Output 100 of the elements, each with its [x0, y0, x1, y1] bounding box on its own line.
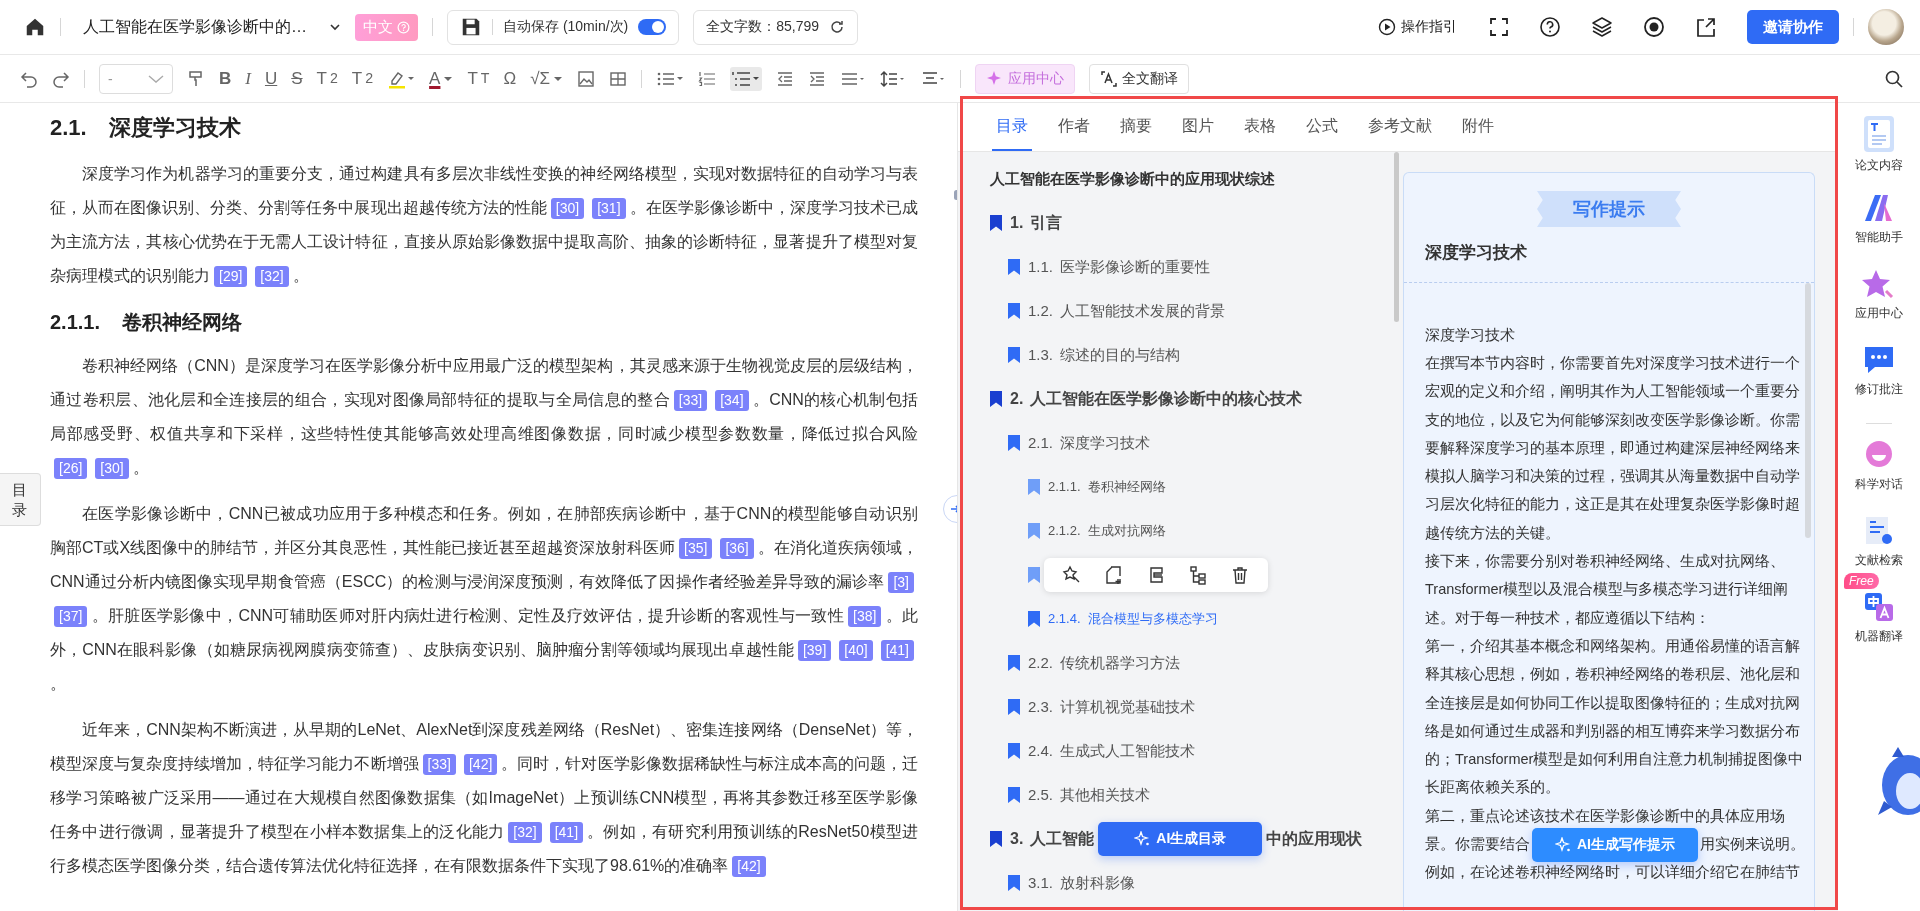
toc-item[interactable]: 2.1. 深度学习技术	[1028, 433, 1151, 453]
formula-button[interactable]: √Σ	[530, 70, 564, 87]
toc-item[interactable]: 2. 人工智能在医学影像诊断中的核心技术	[1010, 388, 1303, 410]
translate-button[interactable]: 全文翻译	[1089, 63, 1190, 94]
panel-tab[interactable]: 附件	[1458, 103, 1498, 151]
sidebar-item[interactable]: 机器翻译	[1855, 590, 1903, 653]
format-painter-icon[interactable]	[187, 69, 205, 88]
citation-link[interactable]: [30]	[550, 198, 585, 219]
share-icon[interactable]	[1695, 16, 1717, 38]
chevron-icon	[329, 21, 341, 33]
add-page-icon[interactable]	[1104, 565, 1124, 585]
magic-wand-icon[interactable]	[1062, 565, 1082, 585]
citation-link[interactable]: [32]	[255, 266, 289, 287]
toc-item[interactable]: 2.1.1. 卷积神经网络	[1048, 478, 1166, 496]
line-spacing-icon[interactable]	[880, 69, 907, 88]
citation-link[interactable]: [39]	[797, 640, 832, 661]
sidebar-item[interactable]: 修订批注	[1855, 343, 1903, 406]
toc-item[interactable]: 2.4. 生成式人工智能技术	[1028, 741, 1196, 761]
citation-link[interactable]: [33]	[673, 390, 708, 411]
strikethrough-button[interactable]: S	[291, 70, 303, 87]
outdent-icon[interactable]	[776, 69, 795, 88]
citation-link[interactable]: [41]	[549, 822, 584, 843]
bookmark-icon	[990, 831, 1002, 847]
generate-toc-button[interactable]: AI生成目录	[1098, 822, 1263, 856]
toc-item[interactable]: 1. 引言	[1010, 212, 1063, 234]
citation-link[interactable]: [26]	[54, 458, 88, 479]
citation-link[interactable]: [37]	[54, 606, 88, 627]
citation-link[interactable]: [33]	[422, 754, 456, 775]
citation-link[interactable]: [31]	[592, 198, 626, 219]
search-icon[interactable]	[1884, 68, 1904, 89]
multilevel-list-button[interactable]	[730, 66, 763, 91]
underline-button[interactable]: U	[264, 70, 278, 87]
sparkle-icon	[1555, 836, 1571, 853]
toc-item[interactable]: 2.3. 计算机视觉基础技术	[1028, 697, 1196, 717]
refresh-icon[interactable]	[829, 19, 846, 35]
citation-link[interactable]: [29]	[214, 266, 248, 287]
citation-link[interactable]: [3]	[888, 572, 914, 593]
save-icon[interactable]	[460, 16, 482, 38]
citation-link[interactable]: [30]	[95, 458, 129, 479]
avatar[interactable]	[1868, 9, 1904, 45]
panel-tab[interactable]: 公式	[1302, 103, 1342, 151]
citation-link[interactable]: [34]	[715, 390, 749, 411]
autosave-toggle[interactable]	[638, 19, 667, 35]
hint-text: 第二，重点论述该技术在医学影像诊断中的具体应用场	[1425, 806, 1785, 826]
toc-item[interactable]: 2.2. 传统机器学习方法	[1028, 653, 1181, 673]
sidebar-item[interactable]: 论文内容	[1855, 115, 1903, 178]
toc-item[interactable]: 1.2. 人工智能技术发展的背景	[1028, 301, 1226, 321]
sidebar-item[interactable]: 应用中心	[1855, 267, 1903, 330]
sidebar-item[interactable]: 智能助手	[1855, 191, 1903, 254]
toc-item[interactable]: 1.3. 综述的目的与结构	[1028, 345, 1181, 365]
undo-icon[interactable]	[20, 69, 38, 88]
hierarchy-icon[interactable]	[1188, 565, 1208, 585]
panel-tab[interactable]: 作者	[1054, 103, 1094, 151]
guide-button[interactable]: 操作指引	[1378, 18, 1457, 36]
toc-item[interactable]: 2.1.2. 生成对抗网络	[1048, 522, 1166, 540]
toc-item[interactable]: 中的应用现状	[1266, 828, 1363, 850]
record-icon[interactable]	[1643, 16, 1665, 38]
hint-text: 在撰写本节内容时，你需要首先对深度学习技术进行一个	[1425, 353, 1800, 373]
citation-link[interactable]: [40]	[839, 640, 873, 661]
indent-icon[interactable]	[808, 69, 827, 88]
citation-link[interactable]: [42]	[732, 856, 766, 877]
layers-icon[interactable]	[1591, 16, 1613, 38]
symbol-button[interactable]: Ω	[503, 70, 517, 87]
citation-link[interactable]: [35]	[679, 538, 713, 559]
toc-item[interactable]: 1.1. 医学影像诊断的重要性	[1028, 257, 1211, 277]
outline-tab[interactable]: 目录	[0, 473, 41, 526]
hint-text: 第一，介绍其基本概念和网络架构。用通俗易懂的语言解	[1425, 636, 1800, 656]
toc-item[interactable]: 3.1. 放射科影像	[1028, 873, 1136, 893]
panel-tab[interactable]: 摘要	[1116, 103, 1156, 151]
panel-tab[interactable]: 目录	[992, 103, 1032, 151]
numbered-list-icon[interactable]	[698, 69, 717, 88]
fullscreen-icon[interactable]	[1489, 17, 1509, 37]
invite-button[interactable]: 邀请协作	[1747, 10, 1839, 44]
citation-link[interactable]: [42]	[463, 754, 498, 775]
citation-link[interactable]: [38]	[848, 606, 882, 627]
help-icon[interactable]	[1539, 16, 1561, 38]
panel-tab[interactable]: 参考文献	[1364, 103, 1436, 151]
home-icon[interactable]	[24, 16, 46, 38]
scrollbar[interactable]	[1805, 283, 1811, 538]
font-color-button[interactable]: A	[429, 70, 454, 87]
italic-button[interactable]: I	[245, 70, 251, 87]
delete-icon[interactable]	[1230, 565, 1250, 585]
sidebar-item[interactable]: 科学对话	[1855, 438, 1903, 501]
generate-hint-button[interactable]: AI生成写作提示	[1532, 827, 1698, 862]
scrollbar[interactable]	[1394, 152, 1399, 322]
table-icon[interactable]	[609, 69, 628, 88]
panel-tab[interactable]: 图片	[1178, 103, 1218, 151]
toc-item[interactable]: 3. 人工智能	[1010, 828, 1095, 850]
word-count: 全文字数：85,799	[706, 18, 820, 36]
redo-icon[interactable]	[52, 69, 70, 88]
document-title[interactable]: 人工智能在医学影像诊断中的…	[83, 16, 341, 38]
toc-item[interactable]: 2.1.4. 混合模型与多模态学习	[1048, 610, 1218, 628]
citation-link[interactable]: [32]	[508, 822, 542, 843]
citation-link[interactable]: [41]	[880, 640, 914, 661]
panel-tab[interactable]: 表格	[1240, 103, 1280, 151]
citation-link[interactable]: [36]	[720, 538, 754, 559]
toc-item[interactable]: 2.5. 其他相关技术	[1028, 785, 1151, 805]
hint-text: 要解释深度学习的基本原理，即通过构建深层神经网络来	[1425, 438, 1800, 458]
image-icon[interactable]	[577, 69, 596, 88]
bold-button[interactable]: B	[219, 70, 232, 87]
